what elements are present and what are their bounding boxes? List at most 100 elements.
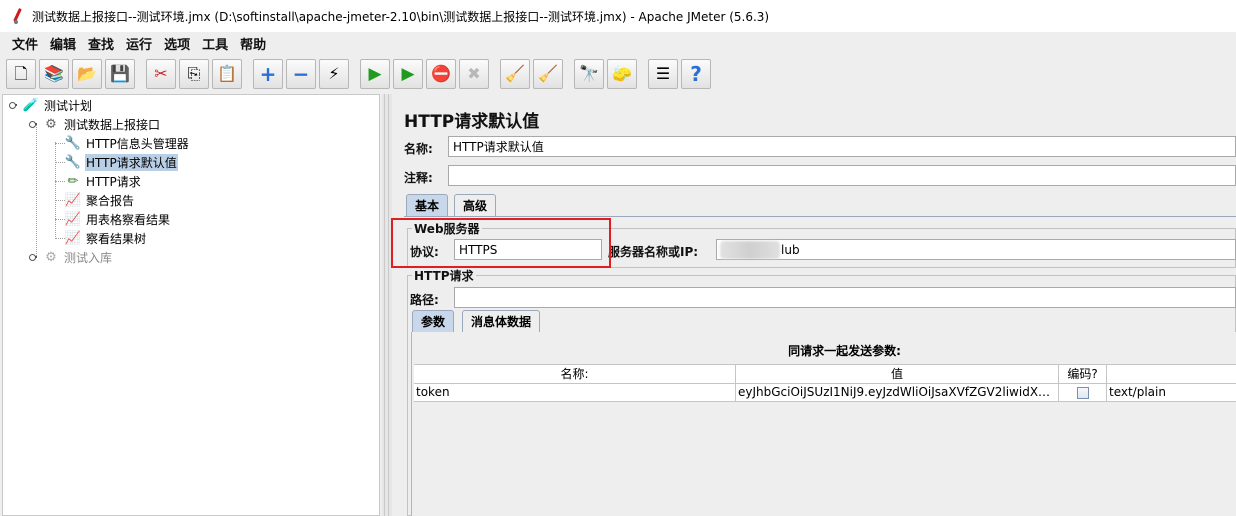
tree-node-thread-group-disabled[interactable]: ⚙ 测试入库 [29, 248, 113, 266]
tree-node-label: 测试计划 [44, 98, 93, 113]
menu-tools[interactable]: 工具 [196, 34, 234, 53]
reset-search-button[interactable]: 🧽 [607, 59, 637, 89]
tab-advanced[interactable]: 高级 [454, 194, 497, 216]
help-button[interactable]: ? [681, 59, 711, 89]
tree-toggle-icon[interactable] [29, 252, 39, 262]
search-binoculars-icon: 🔭 [579, 64, 599, 83]
new-button[interactable]: 🗋 [6, 59, 36, 89]
table-row[interactable]: token eyJhbGciOiJSUzI1NiJ9.eyJzdWliOiJsa… [414, 384, 1236, 402]
server-name-field[interactable] [716, 239, 1236, 260]
menu-help[interactable]: 帮助 [234, 34, 272, 53]
tab-parameters[interactable]: 参数 [412, 310, 455, 332]
start-no-pauses-button[interactable]: ▶ [393, 59, 423, 89]
paste-icon: 📋 [217, 64, 237, 83]
save-icon: 💾 [110, 64, 130, 83]
tree-toggle-icon[interactable] [9, 100, 19, 110]
toolbar: 🗋 📚 📂 💾 ✂ ⎘ 📋 + − ⚡ ▶ ▶ ⛔ ✖ 🧹 🧹 🔭 🧽 ☰ ? [0, 55, 1236, 93]
tree-node-label: 聚合报告 [86, 193, 135, 208]
cut-button[interactable]: ✂ [146, 59, 176, 89]
name-field[interactable] [448, 136, 1236, 157]
clear-all-button[interactable]: 🧹 [533, 59, 563, 89]
path-field[interactable] [454, 287, 1236, 308]
param-value-cell[interactable]: eyJhbGciOiJSUzI1NiJ9.eyJzdWliOiJsaXVfZGV… [736, 384, 1059, 402]
encode-checkbox[interactable] [1076, 386, 1089, 399]
param-content-type-cell[interactable]: text/plain [1107, 384, 1236, 402]
menu-bar: 文件 编辑 查找 运行 选项 工具 帮助 [0, 32, 1236, 54]
tab-basic[interactable]: 基本 [406, 194, 449, 216]
param-name-cell[interactable]: token [414, 384, 736, 402]
tab-border [404, 216, 1236, 217]
tree-node-label: HTTP请求默认值 [85, 153, 178, 171]
window-title-bar: 测试数据上报接口--测试环境.jmx (D:\softinstall\apach… [0, 0, 1236, 32]
copy-icon: ⎘ [187, 64, 201, 83]
menu-search[interactable]: 查找 [82, 34, 120, 53]
stop-button[interactable]: ⛔ [426, 59, 456, 89]
comment-label: 注释: [404, 171, 433, 185]
tree-node-http-defaults[interactable]: 🔧 HTTP请求默认值 [65, 153, 178, 171]
menu-run[interactable]: 运行 [120, 34, 158, 53]
tree-connector [55, 219, 65, 220]
tree-node-thread-group[interactable]: ⚙ 测试数据上报接口 [29, 115, 161, 133]
column-header-content-type[interactable] [1107, 364, 1236, 384]
tree-node-label: 察看结果树 [86, 231, 147, 246]
config-wrench-icon: 🔧 [64, 135, 82, 151]
table-header: 名称: 值 编码? [414, 364, 1236, 384]
menu-file[interactable]: 文件 [6, 34, 44, 53]
tree-node-test-plan[interactable]: 🧪 测试计划 [9, 96, 93, 114]
toggle-button[interactable]: ⚡ [319, 59, 349, 89]
column-header-encode[interactable]: 编码? [1059, 364, 1107, 384]
tree-node-header-manager[interactable]: 🔧 HTTP信息头管理器 [65, 134, 190, 152]
expand-all-button[interactable]: + [253, 59, 283, 89]
column-header-value[interactable]: 值 [736, 364, 1059, 384]
search-button[interactable]: 🔭 [574, 59, 604, 89]
paste-button[interactable]: 📋 [212, 59, 242, 89]
menu-edit[interactable]: 编辑 [44, 34, 82, 53]
column-header-name[interactable]: 名称: [414, 364, 736, 384]
tree-node-label: 测试入库 [64, 250, 113, 265]
jmeter-feather-icon [10, 8, 26, 24]
tab-body-data[interactable]: 消息体数据 [462, 310, 541, 332]
thread-group-gear-icon: ⚙ [45, 249, 57, 265]
open-button[interactable]: 📂 [72, 59, 102, 89]
reset-search-broom-icon: 🧽 [612, 64, 632, 83]
tree-node-view-results-table[interactable]: 📈 用表格察看结果 [65, 210, 171, 228]
http-request-group-title: HTTP请求 [412, 267, 476, 284]
templates-icon: 📚 [44, 64, 64, 83]
config-wrench-icon: 🔧 [64, 154, 82, 170]
menu-options[interactable]: 选项 [158, 34, 196, 53]
start-button[interactable]: ▶ [360, 59, 390, 89]
split-pane-divider[interactable] [382, 94, 392, 516]
clear-icon: 🧹 [505, 64, 525, 83]
collapse-icon: − [292, 62, 310, 86]
tree-connector [55, 142, 56, 239]
clear-button[interactable]: 🧹 [500, 59, 530, 89]
listener-chart-icon: 📈 [64, 230, 82, 246]
thread-group-gear-icon: ⚙ [45, 116, 57, 132]
collapse-all-button[interactable]: − [286, 59, 316, 89]
tree-node-aggregate-report[interactable]: 📈 聚合报告 [65, 191, 135, 209]
parameters-table: 同请求一起发送参数: 名称: 值 编码? token eyJhbGciOiJSU… [411, 332, 1236, 516]
tree-node-label: HTTP请求 [86, 174, 141, 189]
save-button[interactable]: 💾 [105, 59, 135, 89]
tree-node-view-results-tree[interactable]: 📈 察看结果树 [65, 229, 147, 247]
copy-button[interactable]: ⎘ [179, 59, 209, 89]
open-folder-icon: 📂 [77, 64, 97, 83]
help-icon: ? [690, 62, 702, 86]
parameters-caption: 同请求一起发送参数: [788, 344, 901, 358]
function-helper-icon: ☰ [655, 64, 671, 83]
sampler-pen-icon: ✏ [67, 173, 79, 189]
toggle-icon: ⚡ [328, 64, 340, 83]
server-name-label: 服务器名称或IP: [608, 245, 699, 259]
function-helper-button[interactable]: ☰ [648, 59, 678, 89]
tree-node-http-request[interactable]: ✏ HTTP请求 [65, 172, 142, 190]
cut-icon: ✂ [154, 64, 168, 83]
expand-icon: + [259, 62, 277, 86]
listener-chart-icon: 📈 [64, 192, 82, 208]
tree-toggle-icon[interactable] [29, 119, 39, 129]
templates-button[interactable]: 📚 [39, 59, 69, 89]
tree-node-label: 测试数据上报接口 [64, 117, 161, 132]
shutdown-button[interactable]: ✖ [459, 59, 489, 89]
shutdown-icon: ✖ [467, 64, 481, 83]
start-no-pauses-icon: ▶ [401, 63, 415, 84]
comment-field[interactable] [448, 165, 1236, 186]
